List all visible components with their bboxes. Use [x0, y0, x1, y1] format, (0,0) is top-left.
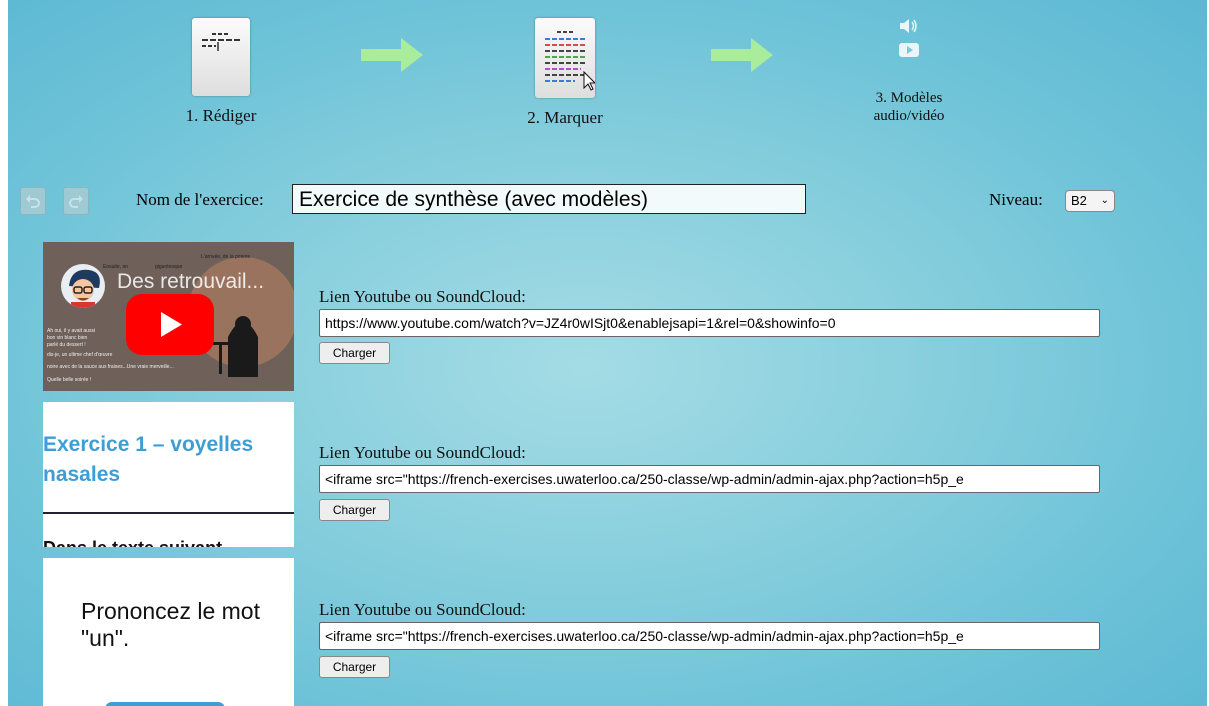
document-icon	[192, 18, 250, 96]
undo-icon	[26, 195, 40, 208]
link-input[interactable]: <iframe src="https://french-exercises.uw…	[319, 465, 1100, 493]
undo-button[interactable]	[20, 187, 46, 215]
level-label: Niveau:	[989, 190, 1043, 209]
step-write[interactable]: 1. Rédiger	[171, 18, 271, 126]
h5p-thumbnail[interactable]: Exercice 1 – voyelles nasales Dans le te…	[43, 402, 294, 547]
video-title: Des retrouvail...	[117, 270, 265, 293]
step-models-label: 3. Modèles audio/vidéo	[873, 90, 945, 124]
step-write-label: 1. Rédiger	[185, 106, 257, 125]
thumbnail-word: parlé du dessert !	[47, 342, 86, 348]
arrow-right-icon	[361, 38, 423, 72]
thumbnail-word: Ah oui, il y avait aussi	[47, 328, 96, 334]
youtube-thumbnail[interactable]: L'arrivée, de la poterie Ensuite, on gig…	[43, 242, 294, 391]
thumbnail-word: dis-je, un ultime chef d'œuvre	[47, 352, 113, 358]
link-label: Lien Youtube ou SoundCloud:	[319, 600, 526, 619]
load-button[interactable]: Charger	[319, 656, 390, 678]
redo-button[interactable]	[63, 187, 89, 215]
load-button[interactable]: Charger	[319, 499, 390, 521]
play-icon	[161, 312, 182, 337]
link-input[interactable]: <iframe src="https://french-exercises.uw…	[319, 622, 1100, 650]
play-icon	[899, 43, 919, 57]
h5p-subtext: Dans le texte suivant	[43, 538, 222, 547]
divider	[43, 512, 294, 514]
thumbnail-word: L'arrivée, de la poterie	[201, 254, 251, 260]
editor-frame: 1. Rédiger 2. Marquer 3. Modèles audio/v…	[8, 0, 1207, 706]
channel-avatar	[61, 264, 105, 308]
step-mark[interactable]: 2. Marquer	[515, 18, 615, 128]
step-models[interactable]	[889, 16, 929, 64]
youtube-play-button[interactable]	[126, 294, 214, 355]
thumbnail-word: noire avec de la sauce aux fraises...Une…	[47, 364, 174, 370]
speaker-icon	[900, 19, 917, 33]
thumbnail-word: Quelle belle soirée !	[47, 377, 92, 383]
h5p-title: Exercice 1 – voyelles nasales	[43, 433, 254, 486]
link-input[interactable]: https://www.youtube.com/watch?v=JZ4r0wIS…	[319, 309, 1100, 337]
arrow-right-icon	[711, 38, 773, 72]
level-select-value: B2	[1071, 193, 1087, 208]
step-mark-label: 2. Marquer	[527, 108, 603, 127]
thumbnail-word: bon vin blanc bien	[47, 335, 88, 341]
redo-icon	[69, 195, 83, 208]
h5p-thumbnail[interactable]: Prononcez le mot "un".	[43, 558, 294, 706]
exercise-name-input[interactable]: Exercice de synthèse (avec modèles)	[292, 184, 806, 214]
h5p-record-button[interactable]	[105, 702, 225, 706]
exercise-name-label: Nom de l'exercice:	[136, 190, 264, 209]
link-label: Lien Youtube ou SoundCloud:	[319, 287, 526, 306]
h5p-prompt: Prononcez le mot "un".	[81, 598, 260, 651]
load-button[interactable]: Charger	[319, 342, 390, 364]
link-label: Lien Youtube ou SoundCloud:	[319, 443, 526, 462]
marked-document-icon	[535, 18, 597, 98]
chevron-down-icon: ⌄	[1100, 195, 1109, 206]
level-select[interactable]: B2 ⌄	[1065, 190, 1115, 212]
